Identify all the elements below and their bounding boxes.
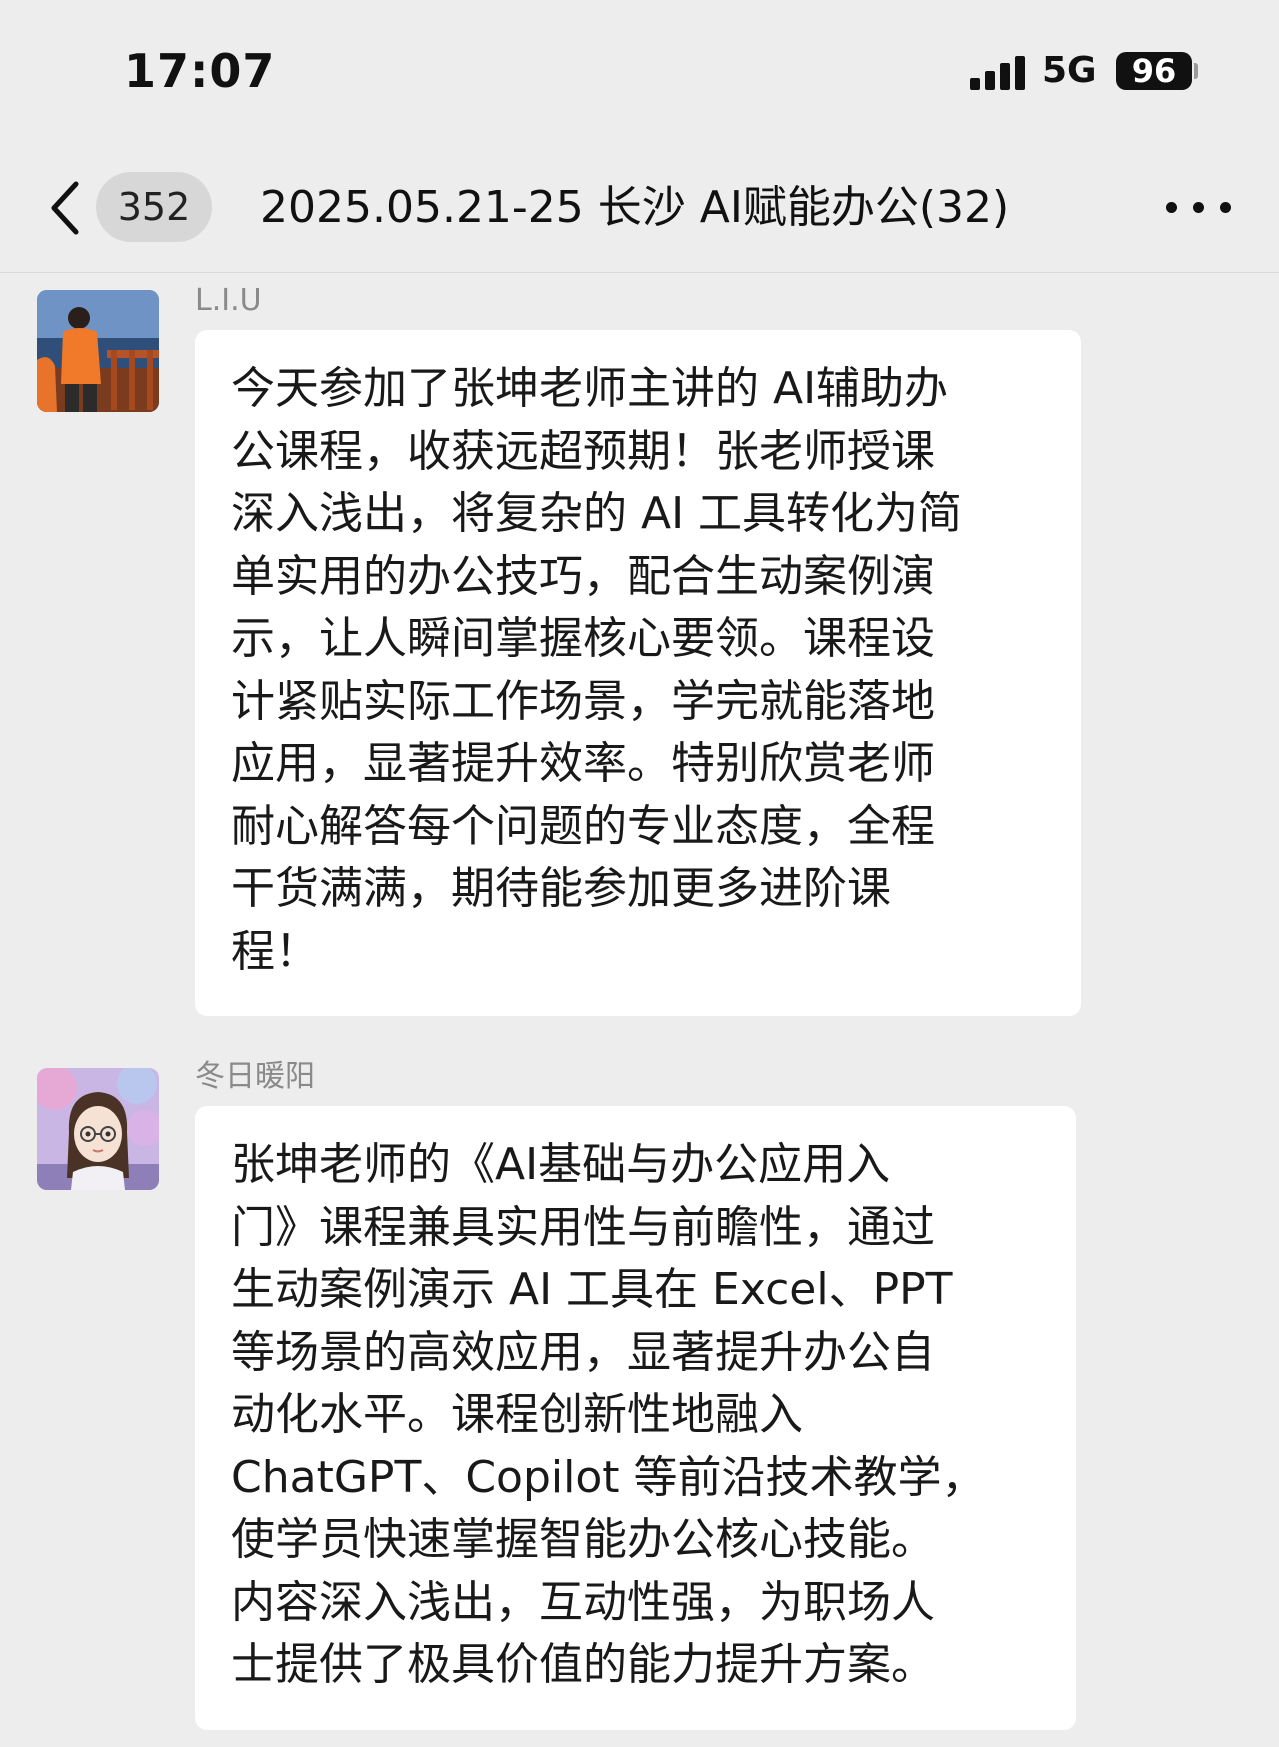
message-bubble[interactable]: 张坤老师的《AI基础与办公应用入 门》课程兼具实用性与前瞻性，通过 生动案例演示… <box>195 1106 1076 1730</box>
more-dots-icon[interactable] <box>1164 190 1234 224</box>
sender-name: 冬日暖阳 <box>195 1059 315 1094</box>
sender-name: L.I.U <box>195 283 262 318</box>
avatar-image <box>37 1068 159 1190</box>
status-bar: 17:07 5G 96 <box>0 0 1279 140</box>
battery-icon: 96 <box>1116 52 1192 90</box>
chat-nav-bar: 352 2025.05.21-25 长沙 AI赋能办公(32) <box>0 150 1279 273</box>
message-text: 今天参加了张坤老师主讲的 AI辅助办 公课程，收获远超预期！张老师授课 深入浅出… <box>231 363 963 977</box>
battery-tip <box>1194 63 1198 79</box>
avatar[interactable] <box>37 290 159 412</box>
message-text: 张坤老师的《AI基础与办公应用入 门》课程兼具实用性与前瞻性，通过 生动案例演示… <box>231 1139 986 1690</box>
unread-count-badge[interactable]: 352 <box>96 172 212 242</box>
chevron-left-icon[interactable] <box>48 180 82 236</box>
chat-title: 2025.05.21-25 长沙 AI赋能办公(32) <box>260 182 1010 233</box>
avatar-image <box>37 290 159 412</box>
avatar[interactable] <box>37 1068 159 1190</box>
battery-level: 96 <box>1131 52 1177 90</box>
signal-bars-icon <box>970 56 1025 90</box>
message-bubble[interactable]: 今天参加了张坤老师主讲的 AI辅助办 公课程，收获远超预期！张老师授课 深入浅出… <box>195 330 1081 1016</box>
status-time: 17:07 <box>124 44 276 98</box>
network-type: 5G <box>1042 50 1097 91</box>
